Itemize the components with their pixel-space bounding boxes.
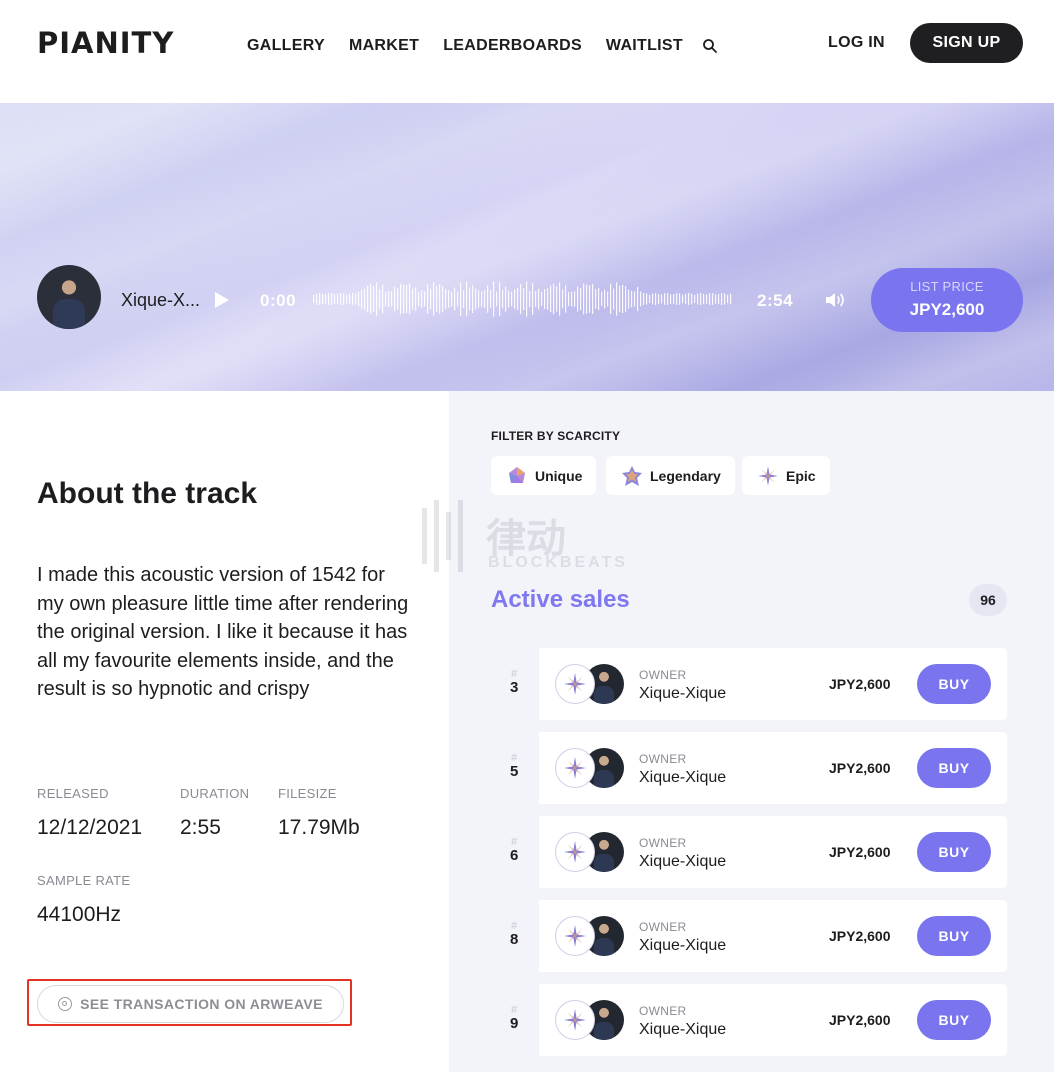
search-icon[interactable] [702, 38, 718, 54]
epic-star-icon [555, 916, 595, 956]
active-sales-count-badge: 96 [969, 584, 1007, 616]
epic-star-icon [758, 465, 778, 486]
owner-label: OWNER [639, 1004, 687, 1018]
epic-star-icon [555, 1000, 595, 1040]
epic-star-icon [555, 832, 595, 872]
buy-button[interactable]: BUY [917, 916, 991, 956]
sale-price: JPY2,600 [829, 676, 891, 692]
filter-chip-epic-label: Epic [786, 467, 816, 484]
filter-chip-unique-label: Unique [535, 467, 583, 484]
owner-name[interactable]: Xique-Xique [639, 769, 726, 787]
volume-icon[interactable] [824, 291, 846, 309]
owner-name[interactable]: Xique-Xique [639, 685, 726, 703]
top-header: PIANITY GALLERY MARKET LEADERBOARDS WAIT… [0, 0, 1054, 103]
current-time: 0:00 [260, 291, 297, 310]
about-title: About the track [37, 477, 258, 510]
duration-label: DURATION [180, 786, 250, 801]
list-price-button[interactable]: LIST PRICE JPY2,600 [871, 268, 1023, 332]
edition-number: #3 [491, 648, 539, 720]
sale-price: JPY2,600 [829, 1012, 891, 1028]
released-label: RELEASED [37, 786, 109, 801]
sale-row[interactable]: #8 OWNER Xique-Xique JPY2,600 BUY [491, 900, 1007, 972]
filesize-label: FILESIZE [278, 786, 337, 801]
sample-rate-value: 44100Hz [37, 903, 122, 926]
filesize-value: 17.79Mb [278, 816, 360, 839]
sales-section: FILTER BY SCARCITY Unique Legendary Epic… [449, 391, 1054, 1072]
filter-chip-legendary[interactable]: Legendary [606, 456, 735, 495]
active-sales-title: Active sales [491, 586, 630, 613]
track-duration: 2:54 [757, 291, 794, 310]
edition-number-value: 5 [510, 763, 519, 780]
sale-row[interactable]: #5 OWNER Xique-Xique JPY2,600 BUY [491, 732, 1007, 804]
see-transaction-arweave-button[interactable]: SEE TRANSACTION ON ARWEAVE [37, 985, 344, 1023]
filter-chip-unique[interactable]: Unique [491, 456, 597, 495]
edition-number: #9 [491, 984, 539, 1056]
edition-number-value: 9 [510, 1015, 519, 1032]
edition-number-value: 6 [510, 847, 519, 864]
sale-price: JPY2,600 [829, 928, 891, 944]
owner-label: OWNER [639, 836, 687, 850]
owner-name[interactable]: Xique-Xique [639, 937, 726, 955]
owner-name[interactable]: Xique-Xique [639, 1021, 726, 1039]
sale-row[interactable]: #6 OWNER Xique-Xique JPY2,600 BUY [491, 816, 1007, 888]
track-title[interactable]: Xique-X... [121, 290, 200, 311]
epic-star-icon [555, 664, 595, 704]
sale-row[interactable]: #3 OWNER Xique-Xique JPY2,600 BUY [491, 648, 1007, 720]
arweave-icon [58, 997, 73, 1011]
track-player-banner: Xique-X... 0:00 2:54 LIST PRICE JPY2,600 [0, 103, 1054, 391]
owner-label: OWNER [639, 668, 687, 682]
filter-chip-epic[interactable]: Epic [742, 456, 830, 495]
sale-price: JPY2,600 [829, 844, 891, 860]
about-section: About the track I made this acoustic ver… [0, 391, 449, 1072]
edition-number-value: 8 [510, 931, 519, 948]
arweave-label: SEE TRANSACTION ON ARWEAVE [80, 996, 323, 1012]
legendary-gem-icon [622, 465, 642, 486]
edition-number-value: 3 [510, 679, 519, 696]
epic-star-icon [555, 748, 595, 788]
main-nav: GALLERY MARKET LEADERBOARDS WAITLIST [247, 37, 683, 55]
filter-chip-legendary-label: Legendary [650, 467, 721, 484]
unique-gem-icon [509, 466, 525, 483]
duration-value: 2:55 [180, 816, 221, 839]
edition-number: #5 [491, 732, 539, 804]
sale-row[interactable]: #9 OWNER Xique-Xique JPY2,600 BUY [491, 984, 1007, 1056]
edition-number: #8 [491, 900, 539, 972]
owner-label: OWNER [639, 920, 687, 934]
list-price-label: LIST PRICE [910, 279, 984, 294]
nav-waitlist[interactable]: WAITLIST [606, 37, 683, 55]
buy-button[interactable]: BUY [917, 664, 991, 704]
owner-name[interactable]: Xique-Xique [639, 853, 726, 871]
banner-background [0, 103, 1054, 391]
artist-avatar[interactable] [37, 265, 101, 329]
track-description: I made this acoustic version of 1542 for… [37, 564, 409, 701]
nav-gallery[interactable]: GALLERY [247, 37, 325, 55]
edition-number: #6 [491, 816, 539, 888]
play-icon[interactable] [215, 292, 229, 308]
sale-price: JPY2,600 [829, 760, 891, 776]
signup-button[interactable]: SIGN UP [910, 23, 1023, 63]
login-link[interactable]: LOG IN [828, 34, 885, 52]
released-value: 12/12/2021 [37, 816, 143, 839]
sample-rate-label: SAMPLE RATE [37, 873, 131, 888]
buy-button[interactable]: BUY [917, 1000, 991, 1040]
waveform-scrubber[interactable] [312, 279, 734, 319]
owner-label: OWNER [639, 752, 687, 766]
nav-market[interactable]: MARKET [349, 37, 419, 55]
list-price-value: JPY2,600 [909, 300, 985, 319]
filter-label: FILTER BY SCARCITY [491, 429, 621, 443]
nav-leaderboards[interactable]: LEADERBOARDS [443, 37, 582, 55]
buy-button[interactable]: BUY [917, 832, 991, 872]
buy-button[interactable]: BUY [917, 748, 991, 788]
pianity-logo[interactable]: PIANITY [37, 26, 174, 60]
